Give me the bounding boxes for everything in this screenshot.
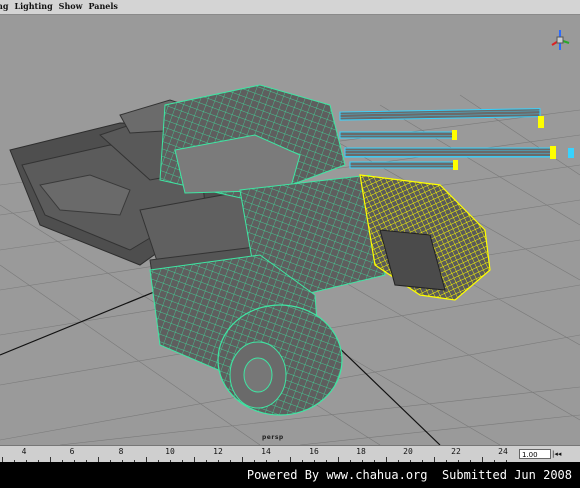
tick-label: 16	[309, 447, 319, 456]
current-frame-field[interactable]: 1.00	[519, 449, 551, 459]
tick-label: 22	[451, 447, 461, 456]
perspective-viewport[interactable]	[0, 15, 580, 445]
scene-canvas[interactable]	[0, 15, 580, 445]
tick-label: 6	[69, 447, 75, 456]
camera-name-label: persp	[262, 434, 284, 441]
menu-item-lighting[interactable]: Lighting	[14, 1, 52, 11]
tick-label: 12	[213, 447, 223, 456]
footer-credit: Powered By www.chahua.org Submitted Jun …	[246, 468, 572, 482]
tick-label: 14	[261, 447, 271, 456]
front-wheel-wireframe	[217, 304, 343, 416]
view-axis-gizmo	[551, 30, 570, 50]
time-slider[interactable]: 4 6 8 10 12 14 16 18 20 22 24	[0, 445, 580, 463]
tick-label: 10	[165, 447, 175, 456]
tick-label: 18	[356, 447, 366, 456]
gun-barrels	[339, 108, 574, 170]
tick-label: 20	[403, 447, 413, 456]
menu-item-rendering[interactable]: ing	[0, 1, 8, 11]
tick-label: 24	[498, 447, 508, 456]
menu-item-panels[interactable]: Panels	[89, 1, 118, 11]
tick-label: 8	[118, 447, 124, 456]
right-track-wireframe	[359, 174, 491, 301]
menu-item-show[interactable]: Show	[59, 1, 83, 11]
tick-label: 4	[21, 447, 27, 456]
menu-bar: ing Lighting Show Panels	[0, 0, 580, 15]
footer-bar: Powered By www.chahua.org Submitted Jun …	[0, 462, 580, 488]
playback-controls[interactable]: |◂◂	[552, 449, 578, 459]
